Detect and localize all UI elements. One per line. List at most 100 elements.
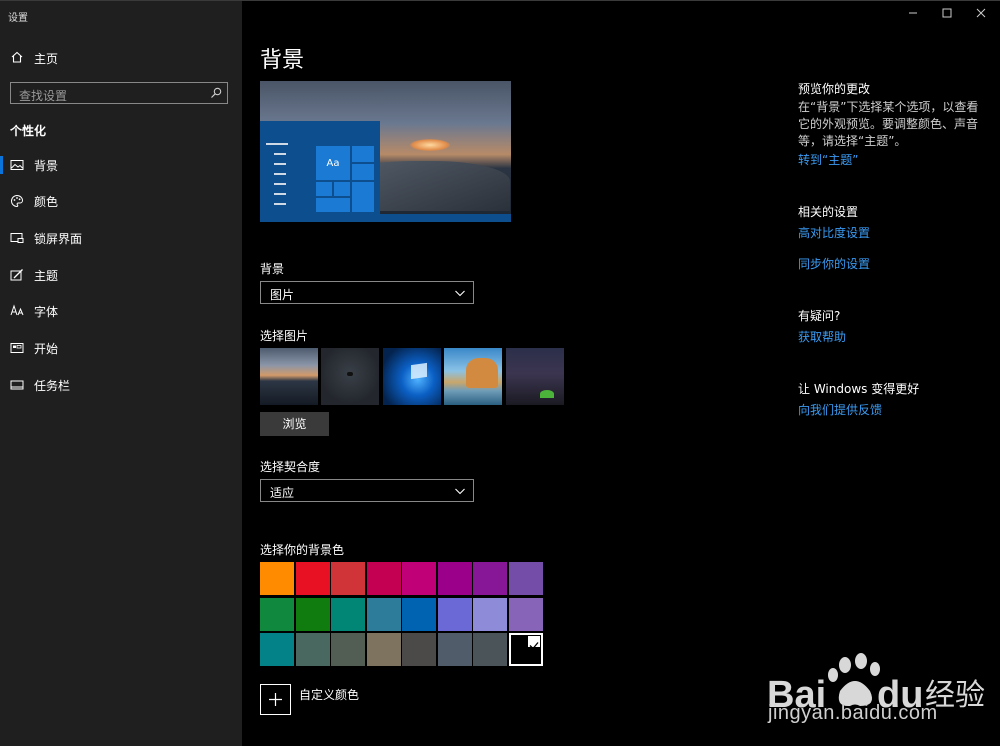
color-swatch[interactable] — [402, 562, 436, 595]
color-swatch[interactable] — [473, 562, 507, 595]
preview-menu-line — [274, 193, 286, 195]
preview-tile — [352, 146, 374, 162]
preview-tile — [316, 198, 350, 212]
preview-tile — [352, 164, 374, 180]
color-swatch[interactable] — [295, 597, 330, 631]
thumbnail-tent — [540, 390, 554, 398]
preview-tile — [352, 182, 374, 212]
background-label: 背景 — [260, 262, 285, 276]
thumbnail-rock — [466, 358, 498, 388]
sidebar-item-label: 字体 — [34, 305, 59, 319]
preview-tile — [316, 182, 332, 196]
checkmark-icon — [527, 636, 540, 650]
sidebar-item-colors[interactable]: 颜色 — [0, 189, 242, 213]
fit-dropdown[interactable]: 适应 — [260, 479, 474, 502]
sidebar-item-start[interactable]: 开始 — [0, 336, 242, 360]
plus-icon — [269, 693, 282, 706]
color-swatch[interactable] — [508, 597, 543, 631]
color-swatch[interactable] — [508, 633, 543, 666]
preview-start-menu: Aa — [260, 121, 380, 222]
color-swatch[interactable] — [508, 562, 543, 595]
maximize-icon[interactable] — [937, 4, 957, 22]
color-swatch[interactable] — [473, 597, 507, 631]
feedback-heading: 让 Windows 变得更好 — [798, 382, 920, 396]
related-settings-heading: 相关的设置 — [798, 205, 859, 219]
nav-home[interactable]: 主页 — [0, 47, 242, 69]
feedback-link[interactable]: 向我们提供反馈 — [798, 401, 882, 418]
chevron-down-icon — [455, 488, 465, 495]
color-swatch[interactable] — [295, 633, 330, 666]
windows-logo-shape — [411, 362, 427, 380]
preview-menu-line — [274, 163, 286, 165]
nav-home-label: 主页 — [34, 52, 59, 66]
custom-color-button[interactable] — [260, 684, 291, 715]
lock-screen-icon — [10, 233, 24, 243]
get-help-link[interactable]: 获取帮助 — [798, 328, 846, 345]
go-to-themes-link[interactable]: 转到“主题” — [798, 151, 858, 168]
font-icon — [10, 304, 24, 316]
sidebar-item-background[interactable]: 背景 — [0, 153, 242, 177]
sidebar-item-label: 开始 — [34, 342, 59, 356]
sync-settings-link[interactable]: 同步你的设置 — [798, 255, 870, 272]
color-swatch[interactable] — [331, 562, 365, 595]
sidebar-item-label: 颜色 — [34, 195, 59, 209]
preview-menu-line — [274, 153, 286, 155]
picture-thumbnail-4[interactable] — [444, 348, 502, 405]
color-swatch[interactable] — [437, 562, 472, 595]
color-swatch[interactable] — [473, 633, 507, 666]
color-swatch[interactable] — [366, 562, 401, 595]
close-icon[interactable] — [971, 4, 991, 22]
search-input[interactable]: 查找设置 — [10, 82, 228, 104]
preview-tiles: Aa — [316, 146, 374, 212]
app-title: 设置 — [8, 13, 28, 24]
background-dropdown[interactable]: 图片 — [260, 281, 474, 304]
preview-sun — [410, 139, 450, 151]
sidebar-item-themes[interactable]: 主题 — [0, 263, 242, 287]
search-icon[interactable] — [210, 87, 222, 99]
sidebar-item-label: 主题 — [34, 269, 59, 283]
sidebar-item-label: 锁屏界面 — [34, 232, 83, 246]
preview-body: 在“背景”下选择某个选项，以查看它的外观预览。要调整颜色、声音等，请选择“主题”… — [798, 100, 979, 148]
background-preview: Aa — [260, 81, 511, 222]
preview-tile-aa: Aa — [316, 146, 350, 180]
background-dropdown-value: 图片 — [270, 288, 295, 302]
sidebar-item-fonts[interactable]: 字体 — [0, 299, 242, 323]
high-contrast-link[interactable]: 高对比度设置 — [798, 224, 870, 241]
thumbnail-figure — [347, 372, 353, 376]
color-swatch[interactable] — [402, 633, 436, 666]
preview-heading: 预览你的更改 — [798, 82, 871, 96]
sidebar: 设置 主页 查找设置 个性化 背景 颜色 锁屏界面 主题 字体 开始 任务栏 — [0, 1, 242, 746]
picture-icon — [10, 160, 24, 170]
color-swatch[interactable] — [366, 633, 401, 666]
sidebar-item-taskbar[interactable]: 任务栏 — [0, 373, 242, 397]
color-swatch[interactable] — [437, 597, 472, 631]
search-placeholder: 查找设置 — [19, 89, 68, 103]
picture-thumbnail-5[interactable] — [506, 348, 564, 405]
picture-thumbnail-3[interactable] — [383, 348, 441, 405]
color-swatch[interactable] — [295, 562, 330, 595]
fit-label: 选择契合度 — [260, 460, 321, 474]
sidebar-item-label: 任务栏 — [34, 379, 71, 393]
browse-button[interactable]: 浏览 — [260, 412, 329, 436]
help-heading: 有疑问? — [798, 309, 841, 323]
picture-thumbnail-1[interactable] — [260, 348, 318, 405]
color-swatch[interactable] — [402, 597, 436, 631]
custom-color-label: 自定义颜色 — [299, 688, 360, 702]
color-swatch[interactable] — [437, 633, 472, 666]
chevron-down-icon — [455, 290, 465, 297]
theme-icon — [10, 269, 23, 281]
color-swatch[interactable] — [331, 633, 365, 666]
watermark-url: jingyan.baidu.com — [768, 702, 938, 724]
start-icon — [10, 343, 24, 353]
color-swatch[interactable] — [331, 597, 365, 631]
group-title: 个性化 — [10, 124, 47, 138]
picture-thumbnail-2[interactable] — [321, 348, 379, 405]
taskbar-icon — [10, 380, 24, 390]
color-label: 选择你的背景色 — [260, 543, 345, 557]
color-swatch[interactable] — [260, 633, 294, 666]
minimize-icon[interactable] — [903, 4, 923, 22]
color-swatch[interactable] — [260, 562, 294, 595]
color-swatch[interactable] — [260, 597, 294, 631]
sidebar-item-lock-screen[interactable]: 锁屏界面 — [0, 226, 242, 250]
color-swatch[interactable] — [366, 597, 401, 631]
